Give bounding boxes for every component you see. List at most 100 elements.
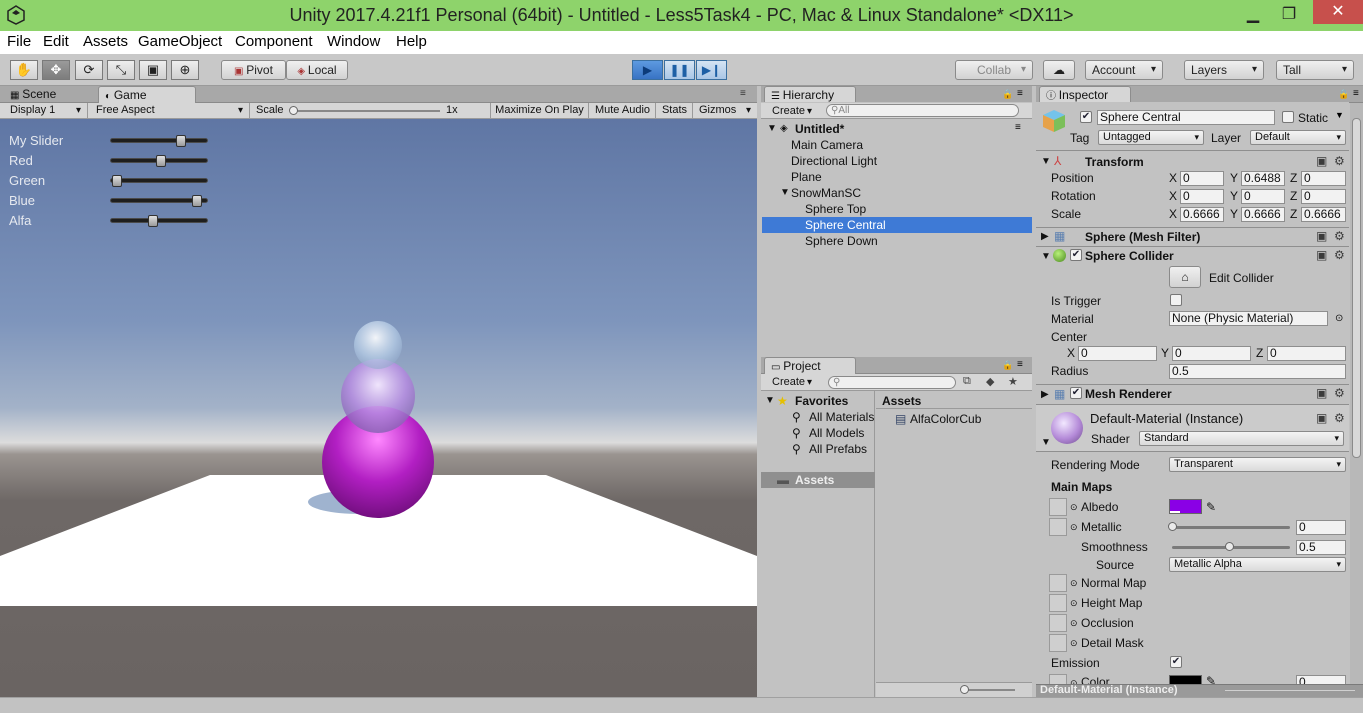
source-dropdown[interactable]: Metallic Alpha: [1169, 557, 1346, 572]
menu-file[interactable]: File: [7, 33, 31, 50]
rotation-z-field[interactable]: 0: [1301, 189, 1346, 204]
mute-audio-toggle[interactable]: Mute Audio: [590, 103, 656, 118]
eyedropper-icon[interactable]: ✎: [1206, 673, 1216, 684]
texture-picker-icon[interactable]: ⊙: [1070, 595, 1078, 611]
emission-intensity-field[interactable]: 0: [1296, 675, 1346, 684]
stats-toggle[interactable]: Stats: [657, 103, 693, 118]
edit-collider-button[interactable]: ⌂: [1169, 266, 1201, 288]
favorite-all-prefabs[interactable]: All Prefabs: [809, 441, 867, 457]
active-checkbox[interactable]: ✔: [1080, 111, 1092, 123]
hierarchy-item-directional-light[interactable]: Directional Light: [791, 153, 877, 169]
asset-alfacolorcub[interactable]: AlfaColorCub: [910, 411, 981, 427]
static-checkbox[interactable]: [1282, 111, 1294, 123]
position-z-field[interactable]: 0: [1301, 171, 1346, 186]
smoothness-slider-thumb[interactable]: [1225, 542, 1234, 551]
icon-size-slider-thumb[interactable]: [960, 685, 969, 694]
rotation-x-field[interactable]: 0: [1180, 189, 1224, 204]
minimize-button[interactable]: ▁: [1240, 4, 1266, 26]
hierarchy-item-sphere-central[interactable]: Sphere Central: [805, 217, 886, 233]
rotate-tool-icon[interactable]: ⟳: [75, 60, 103, 80]
albedo-texture-slot[interactable]: [1049, 498, 1067, 516]
is-trigger-checkbox[interactable]: [1170, 294, 1182, 306]
position-y-field[interactable]: 0.6488: [1241, 171, 1285, 186]
footer-drag-handle[interactable]: [1225, 690, 1355, 691]
metallic-slider[interactable]: [1172, 526, 1290, 529]
eyedropper-icon[interactable]: ✎: [1206, 499, 1216, 515]
move-tool-icon[interactable]: ✥: [42, 60, 70, 80]
hand-tool-icon[interactable]: ✋: [10, 60, 38, 80]
help-book-icon[interactable]: ▣: [1316, 386, 1327, 400]
menu-edit[interactable]: Edit: [43, 33, 69, 50]
close-button[interactable]: ✕: [1313, 0, 1363, 24]
game-slider-thumb[interactable]: [191, 195, 202, 207]
emission-checkbox[interactable]: ✔: [1170, 656, 1182, 668]
scale-slider-thumb[interactable]: [289, 106, 298, 115]
maximize-button[interactable]: ❐: [1276, 4, 1302, 26]
component-gear-icon[interactable]: ⚙: [1334, 154, 1345, 168]
lock-icon[interactable]: 🔒: [1002, 89, 1013, 100]
center-z-field[interactable]: 0: [1267, 346, 1346, 361]
tab-hierarchy[interactable]: ☰ Hierarchy: [764, 86, 856, 103]
help-book-icon[interactable]: ▣: [1316, 229, 1327, 243]
metallic-value-field[interactable]: 0: [1296, 520, 1346, 535]
emission-color-swatch[interactable]: [1169, 675, 1202, 684]
position-x-field[interactable]: 0: [1180, 171, 1224, 186]
game-slider-thumb[interactable]: [147, 215, 158, 227]
component-gear-icon[interactable]: ⚙: [1334, 248, 1345, 262]
display-dropdown[interactable]: Display 1: [0, 103, 88, 118]
radius-field[interactable]: 0.5: [1169, 364, 1346, 379]
aspect-dropdown[interactable]: Free Aspect: [92, 103, 250, 118]
tab-project[interactable]: ▭ Project: [764, 357, 856, 374]
game-slider-track[interactable]: [110, 138, 208, 143]
tab-inspector[interactable]: ⓘ Inspector: [1039, 86, 1131, 103]
texture-picker-icon[interactable]: ⊙: [1070, 635, 1078, 651]
favorites-foldout-icon[interactable]: ▼: [765, 393, 775, 409]
hierarchy-item-plane[interactable]: Plane: [791, 169, 822, 185]
emission-texture-slot[interactable]: [1049, 674, 1067, 684]
rotation-y-field[interactable]: 0: [1241, 189, 1285, 204]
collider-material-field[interactable]: None (Physic Material): [1169, 311, 1328, 326]
sphere-collider-foldout-icon[interactable]: ▼: [1041, 249, 1051, 265]
scale-x-field[interactable]: 0.6666: [1180, 207, 1224, 222]
icon-size-slider[interactable]: [965, 689, 1015, 691]
component-gear-icon[interactable]: ⚙: [1334, 229, 1345, 243]
transform-foldout-icon[interactable]: ▼: [1041, 154, 1051, 170]
tab-scene[interactable]: ▦ Scene: [4, 86, 94, 103]
component-gear-icon[interactable]: ⚙: [1334, 411, 1345, 425]
menu-window[interactable]: Window: [327, 33, 380, 50]
transform-tool-icon[interactable]: ⊕: [171, 60, 199, 80]
filter-label-icon[interactable]: ◆: [986, 375, 994, 388]
material-foldout-icon[interactable]: ▼: [1041, 435, 1051, 451]
layer-dropdown[interactable]: Default: [1250, 130, 1346, 145]
inspector-scroll-thumb[interactable]: [1352, 118, 1361, 458]
texture-picker-icon[interactable]: ⊙: [1070, 575, 1078, 591]
layers-dropdown[interactable]: Layers: [1184, 60, 1264, 80]
lock-icon[interactable]: 🔒: [1002, 360, 1013, 371]
play-button[interactable]: ▶: [632, 60, 663, 80]
rendering-mode-dropdown[interactable]: Transparent: [1169, 457, 1346, 472]
layout-dropdown[interactable]: Tall: [1276, 60, 1354, 80]
texture-picker-icon[interactable]: ⊙: [1070, 499, 1078, 515]
texture-picker-icon[interactable]: ⊙: [1070, 675, 1078, 684]
hierarchy-item-sphere-top[interactable]: Sphere Top: [805, 201, 866, 217]
game-slider-thumb[interactable]: [176, 135, 186, 147]
mesh-filter-foldout-icon[interactable]: ▶: [1041, 229, 1049, 245]
occlusion-texture-slot[interactable]: [1049, 614, 1067, 632]
static-dropdown-icon[interactable]: ▼: [1335, 110, 1344, 120]
hierarchy-item-snowmansc[interactable]: SnowManSC: [791, 185, 861, 201]
project-create-dropdown[interactable]: Create: [766, 375, 818, 390]
game-slider-track[interactable]: [110, 218, 208, 223]
texture-picker-icon[interactable]: ⊙: [1070, 519, 1078, 535]
favorite-all-models[interactable]: All Models: [809, 425, 864, 441]
mesh-renderer-foldout-icon[interactable]: ▶: [1041, 387, 1049, 403]
scale-slider[interactable]: [290, 110, 440, 112]
game-view[interactable]: My Slider Red Green Blue Alfa: [0, 119, 757, 697]
help-book-icon[interactable]: ▣: [1316, 411, 1327, 425]
favorite-star-icon[interactable]: ★: [1008, 375, 1018, 388]
scene-foldout-icon[interactable]: ▼: [767, 121, 777, 137]
menu-help[interactable]: Help: [396, 33, 427, 50]
scale-z-field[interactable]: 0.6666: [1301, 207, 1346, 222]
object-name-field[interactable]: Sphere Central: [1097, 110, 1275, 125]
tag-dropdown[interactable]: Untagged: [1098, 130, 1204, 145]
gizmos-dropdown[interactable]: Gizmos: [694, 103, 757, 118]
